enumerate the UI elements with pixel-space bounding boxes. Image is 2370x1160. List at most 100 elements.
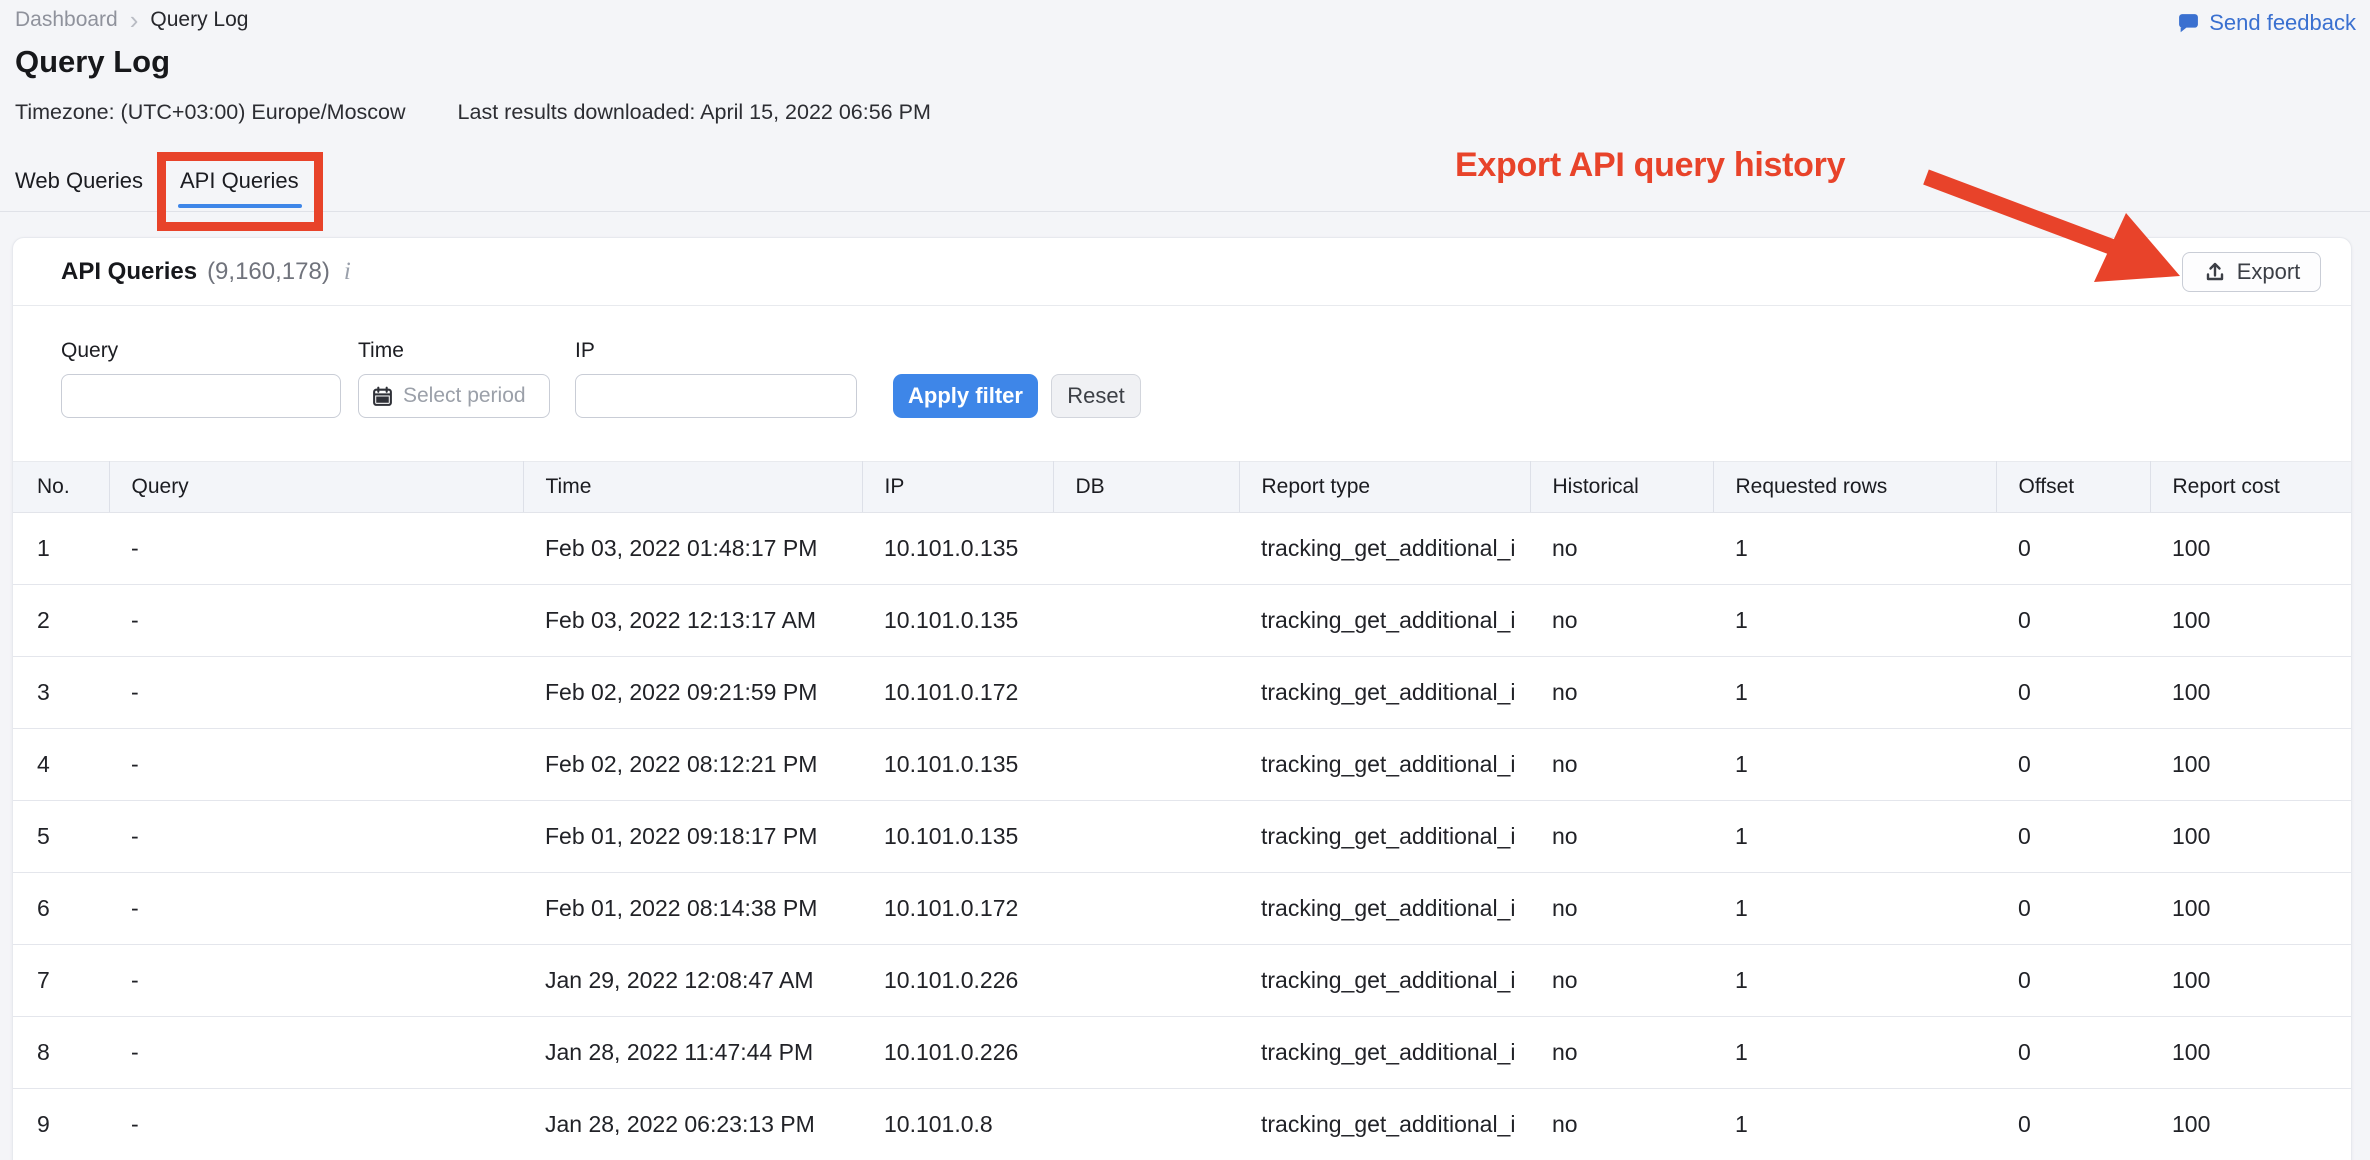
query-filter-input[interactable]	[61, 374, 341, 418]
chevron-right-icon: ›	[130, 10, 139, 31]
breadcrumb: Dashboard › Query Log	[15, 8, 248, 32]
cell-db	[1053, 729, 1239, 801]
cell-report-type: tracking_get_additional_i	[1239, 657, 1530, 729]
apply-filter-button[interactable]: Apply filter	[893, 374, 1038, 418]
table-row: 9-Jan 28, 2022 06:23:13 PM10.101.0.8trac…	[13, 1089, 2352, 1160]
cell-historical: no	[1530, 945, 1713, 1017]
table-row: 6-Feb 01, 2022 08:14:38 PM10.101.0.172tr…	[13, 873, 2352, 945]
calendar-icon	[371, 385, 394, 408]
cell-no: 7	[13, 945, 109, 1017]
filters-bar: Query Time Select period IP Apply filter…	[13, 306, 2351, 461]
cell-offset: 0	[1996, 1017, 2150, 1089]
ip-filter-input[interactable]	[575, 374, 857, 418]
send-feedback-label: Send feedback	[2209, 10, 2356, 36]
cell-offset: 0	[1996, 513, 2150, 585]
cell-report-type: tracking_get_additional_i	[1239, 873, 1530, 945]
cell-historical: no	[1530, 1017, 1713, 1089]
column-header-historical: Historical	[1530, 462, 1713, 513]
cell-db	[1053, 1089, 1239, 1160]
annotation-text: Export API query history	[1455, 146, 1845, 185]
cell-query: -	[109, 1089, 523, 1160]
tab-web-queries[interactable]: Web Queries	[15, 168, 143, 194]
api-queries-panel: API Queries (9,160,178) i Export Query T…	[12, 237, 2352, 1160]
info-icon[interactable]: i	[344, 258, 351, 286]
select-period-control[interactable]: Select period	[358, 374, 550, 418]
cell-time: Feb 01, 2022 09:18:17 PM	[523, 801, 862, 873]
cell-report-cost: 100	[2150, 1089, 2351, 1160]
cell-offset: 0	[1996, 585, 2150, 657]
cell-time: Feb 02, 2022 08:12:21 PM	[523, 729, 862, 801]
cell-report-cost: 100	[2150, 945, 2351, 1017]
cell-filler	[2351, 729, 2352, 801]
cell-report-type: tracking_get_additional_i	[1239, 729, 1530, 801]
cell-report-type: tracking_get_additional_i	[1239, 1089, 1530, 1160]
cell-query: -	[109, 873, 523, 945]
cell-ip: 10.101.0.226	[862, 1017, 1053, 1089]
query-filter-label: Query	[61, 339, 341, 363]
cell-historical: no	[1530, 873, 1713, 945]
cell-requested-rows: 1	[1713, 657, 1996, 729]
cell-report-cost: 100	[2150, 585, 2351, 657]
cell-query: -	[109, 585, 523, 657]
cell-db	[1053, 873, 1239, 945]
cell-filler	[2351, 513, 2352, 585]
cell-historical: no	[1530, 1089, 1713, 1160]
cell-offset: 0	[1996, 873, 2150, 945]
table-row: 2-Feb 03, 2022 12:13:17 AM10.101.0.135tr…	[13, 585, 2352, 657]
active-tab-underline	[178, 204, 302, 208]
cell-historical: no	[1530, 657, 1713, 729]
cell-report-cost: 100	[2150, 729, 2351, 801]
upload-icon	[2203, 260, 2227, 284]
cell-no: 1	[13, 513, 109, 585]
cell-time: Jan 29, 2022 12:08:47 AM	[523, 945, 862, 1017]
cell-requested-rows: 1	[1713, 1089, 1996, 1160]
cell-offset: 0	[1996, 729, 2150, 801]
cell-historical: no	[1530, 729, 1713, 801]
tab-api-queries[interactable]: API Queries	[180, 168, 299, 194]
last-results-label: Last results downloaded: April 15, 2022 …	[458, 100, 931, 125]
cell-filler	[2351, 801, 2352, 873]
column-header-filler	[2351, 462, 2352, 513]
cell-db	[1053, 801, 1239, 873]
cell-db	[1053, 1017, 1239, 1089]
cell-ip: 10.101.0.172	[862, 873, 1053, 945]
cell-time: Feb 02, 2022 09:21:59 PM	[523, 657, 862, 729]
queries-table: No. Query Time IP DB Report type Histori…	[13, 461, 2352, 1160]
cell-time: Jan 28, 2022 06:23:13 PM	[523, 1089, 862, 1160]
cell-requested-rows: 1	[1713, 585, 1996, 657]
select-period-placeholder: Select period	[403, 384, 526, 408]
cell-query: -	[109, 513, 523, 585]
cell-report-type: tracking_get_additional_i	[1239, 1017, 1530, 1089]
column-header-ip: IP	[862, 462, 1053, 513]
table-row: 1-Feb 03, 2022 01:48:17 PM10.101.0.135tr…	[13, 513, 2352, 585]
export-button[interactable]: Export	[2182, 252, 2321, 292]
cell-filler	[2351, 1089, 2352, 1160]
cell-filler	[2351, 873, 2352, 945]
column-header-query: Query	[109, 462, 523, 513]
cell-query: -	[109, 1017, 523, 1089]
cell-offset: 0	[1996, 657, 2150, 729]
cell-requested-rows: 1	[1713, 1017, 1996, 1089]
reset-button[interactable]: Reset	[1051, 374, 1141, 418]
cell-report-cost: 100	[2150, 873, 2351, 945]
breadcrumb-dashboard-link[interactable]: Dashboard	[15, 8, 118, 32]
cell-no: 3	[13, 657, 109, 729]
cell-ip: 10.101.0.135	[862, 729, 1053, 801]
cell-filler	[2351, 1017, 2352, 1089]
cell-report-type: tracking_get_additional_i	[1239, 585, 1530, 657]
table-row: 3-Feb 02, 2022 09:21:59 PM10.101.0.172tr…	[13, 657, 2352, 729]
column-header-db: DB	[1053, 462, 1239, 513]
send-feedback-link[interactable]: Send feedback	[2177, 10, 2356, 36]
cell-no: 8	[13, 1017, 109, 1089]
ip-filter-field: IP	[575, 339, 857, 418]
table-row: 5-Feb 01, 2022 09:18:17 PM10.101.0.135tr…	[13, 801, 2352, 873]
cell-requested-rows: 1	[1713, 513, 1996, 585]
breadcrumb-current: Query Log	[150, 8, 248, 32]
table-row: 4-Feb 02, 2022 08:12:21 PM10.101.0.135tr…	[13, 729, 2352, 801]
cell-time: Feb 03, 2022 01:48:17 PM	[523, 513, 862, 585]
cell-time: Jan 28, 2022 11:47:44 PM	[523, 1017, 862, 1089]
cell-db	[1053, 657, 1239, 729]
cell-requested-rows: 1	[1713, 801, 1996, 873]
cell-offset: 0	[1996, 801, 2150, 873]
page-title: Query Log	[15, 44, 170, 80]
